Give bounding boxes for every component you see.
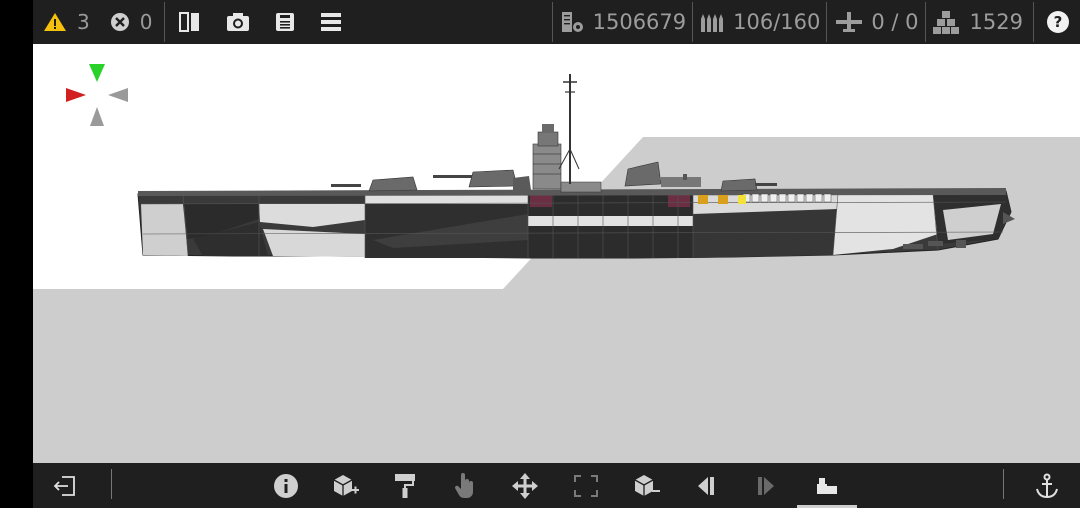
compass-up-arrow[interactable] [89,64,105,82]
error-circle-icon [110,12,130,32]
app-window: 3 0 1506679 106/160 0 / 0 1529 ? [0,0,1080,508]
save-button[interactable] [273,0,297,44]
resize-frame-icon [572,473,600,499]
save-disk-icon [273,11,297,33]
svg-text:?: ? [1054,13,1063,31]
help-button[interactable]: ? [1046,0,1070,44]
aircraft-stat: 0 / 0 [833,0,919,44]
paint-roller-icon [393,472,417,500]
paint-button[interactable] [385,463,425,508]
forward-turret-1 [331,176,418,192]
add-part-icon [330,473,360,499]
orientation-compass[interactable] [66,64,128,126]
divider [1003,469,1004,499]
parts-value: 1529 [969,10,1023,34]
hull-light [738,195,746,204]
step-forward-icon [755,474,777,498]
divider [111,469,112,499]
divider [164,2,166,42]
ship-build-icon [814,474,840,498]
left-edge [0,0,33,508]
move-button[interactable] [505,463,545,508]
hull-camo-panel [693,209,838,258]
ammo-shells-icon [699,10,725,34]
warning-icon [43,11,67,33]
screenshot-camera-icon [225,11,251,33]
ammo-stat: 106/160 [699,0,820,44]
weight-icon [559,9,585,35]
remove-part-button[interactable] [626,463,666,508]
divider [551,2,553,42]
select-button[interactable] [445,463,485,508]
menu-icon [319,11,343,33]
warnings-count: 3 [77,10,90,34]
anchor-icon [1034,472,1060,500]
top-toolbar: 3 0 1506679 106/160 0 / 0 1529 ? [33,0,1080,44]
add-part-button[interactable] [325,463,365,508]
info-icon [273,473,299,499]
anchor-button[interactable] [1027,463,1067,508]
ship-3d-viewport[interactable] [33,44,1080,463]
hull-dark-panel [668,195,690,207]
step-back-icon [695,474,717,498]
aircraft-icon [833,9,865,35]
errors-indicator[interactable]: 0 [110,0,153,44]
forward-turret-2 [433,169,531,191]
parts-stat: 1529 [932,0,1023,44]
divider [692,2,694,42]
aircraft-value: 0 / 0 [871,10,919,34]
exit-button[interactable] [45,463,85,508]
hull-light [698,195,708,204]
ammo-value: 106/160 [733,10,821,34]
hand-select-icon [453,472,477,500]
warnings-indicator[interactable]: 3 [43,0,90,44]
step-forward-button[interactable] [746,463,786,508]
errors-count: 0 [139,10,153,34]
weight-value: 1506679 [592,10,687,34]
divider [826,2,828,42]
remove-part-icon [631,473,661,499]
superstructure [532,124,602,193]
compass-left-arrow[interactable] [66,88,86,102]
hull-dark-panel [530,195,552,207]
ship-build-button[interactable] [807,463,847,508]
weight-stat: 1506679 [559,0,687,44]
divider [1033,2,1034,42]
info-button[interactable] [266,463,306,508]
mirror-view-icon [177,10,203,34]
move-arrows-icon [511,472,539,500]
mirror-view-button[interactable] [177,0,203,44]
mast [558,74,580,184]
hull-camo-panel [141,204,188,256]
compass-right-arrow[interactable] [108,88,128,102]
compass-down-arrow[interactable] [90,107,104,126]
parts-cubes-icon [932,9,960,35]
bottom-toolbar [33,463,1080,508]
exit-icon [52,474,78,498]
menu-button[interactable] [319,0,343,44]
hull-light [718,195,728,204]
resize-button[interactable] [566,463,606,508]
help-icon: ? [1046,10,1070,34]
screenshot-button[interactable] [225,0,251,44]
step-back-button[interactable] [686,463,726,508]
divider [924,2,926,42]
